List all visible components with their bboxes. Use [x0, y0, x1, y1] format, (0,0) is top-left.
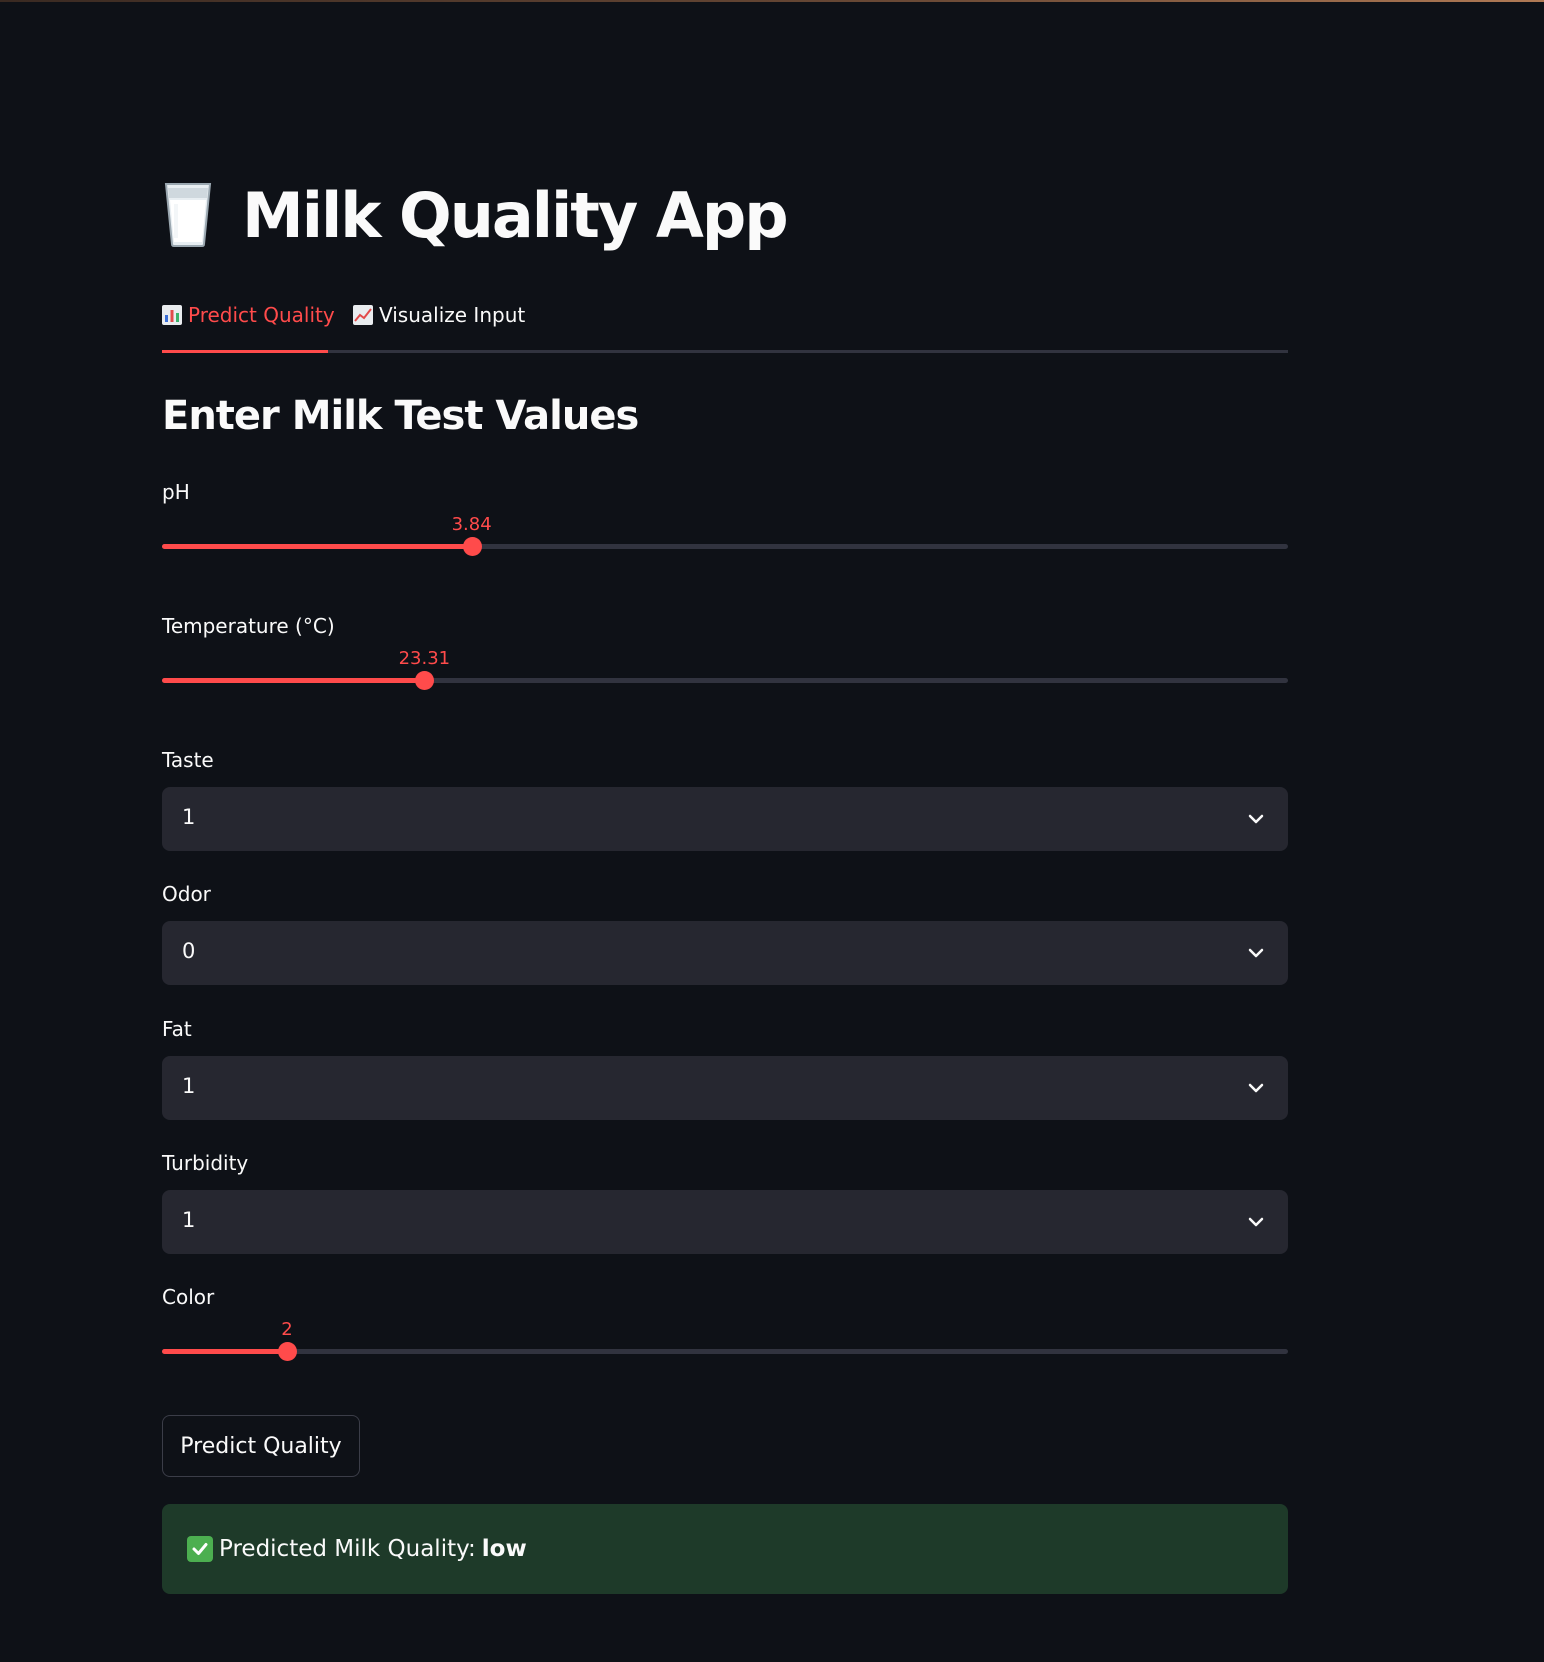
slider-value: 3.84 [451, 514, 492, 535]
active-tab-indicator [162, 350, 328, 353]
select-value: 1 [182, 805, 196, 829]
slider-fill [162, 678, 425, 683]
turbidity-select[interactable]: 1 [162, 1190, 1288, 1254]
fat-select[interactable]: 1 [162, 1056, 1288, 1120]
slider-value: 23.31 [398, 648, 451, 669]
chevron-down-icon [1246, 1212, 1266, 1232]
ph-slider[interactable]: 3.84 [162, 514, 1288, 556]
tab-visualize-input[interactable]: Visualize Input [353, 300, 525, 330]
taste-label: Taste [162, 748, 214, 772]
slider-fill [162, 544, 472, 549]
result-label: Predicted Milk Quality: [219, 1536, 476, 1562]
select-value: 0 [182, 939, 196, 963]
page-title: Milk Quality App [162, 170, 789, 260]
ph-label: pH [162, 480, 190, 504]
turbidity-label: Turbidity [162, 1151, 249, 1175]
color-label: Color [162, 1285, 215, 1309]
predict-quality-button[interactable]: Predict Quality [162, 1415, 360, 1477]
prediction-result-alert: Predicted Milk Quality: low [162, 1504, 1288, 1594]
slider-thumb[interactable] [277, 1342, 297, 1361]
chevron-down-icon [1246, 809, 1266, 829]
fat-label: Fat [162, 1017, 192, 1041]
slider-thumb[interactable] [462, 537, 482, 556]
bar-chart-icon [162, 305, 182, 325]
tab-label: Visualize Input [379, 303, 526, 327]
taste-select[interactable]: 1 [162, 787, 1288, 851]
select-value: 1 [182, 1074, 196, 1098]
tab-bar: Predict Quality Visualize Input [162, 290, 1288, 353]
result-value: low [481, 1536, 527, 1562]
tab-label: Predict Quality [188, 303, 335, 327]
line-chart-icon [353, 305, 373, 325]
glass-of-milk-icon [162, 182, 214, 248]
slider-fill [162, 1349, 287, 1354]
odor-label: Odor [162, 882, 211, 906]
app-title-text: Milk Quality App [242, 178, 789, 252]
temperature-slider[interactable]: 23.31 [162, 648, 1288, 690]
top-decoration-bar [0, 0, 1544, 2]
slider-thumb[interactable] [415, 671, 435, 690]
temperature-label: Temperature (°C) [162, 614, 335, 638]
chevron-down-icon [1246, 1078, 1266, 1098]
check-mark-icon [187, 1536, 213, 1562]
chevron-down-icon [1246, 943, 1266, 963]
odor-select[interactable]: 0 [162, 921, 1288, 985]
slider-track [162, 1349, 1288, 1354]
select-value: 1 [182, 1208, 196, 1232]
tab-predict-quality[interactable]: Predict Quality [162, 300, 335, 330]
color-slider[interactable]: 2 [162, 1319, 1288, 1361]
section-heading: Enter Milk Test Values [162, 393, 639, 439]
slider-value: 2 [281, 1319, 293, 1340]
